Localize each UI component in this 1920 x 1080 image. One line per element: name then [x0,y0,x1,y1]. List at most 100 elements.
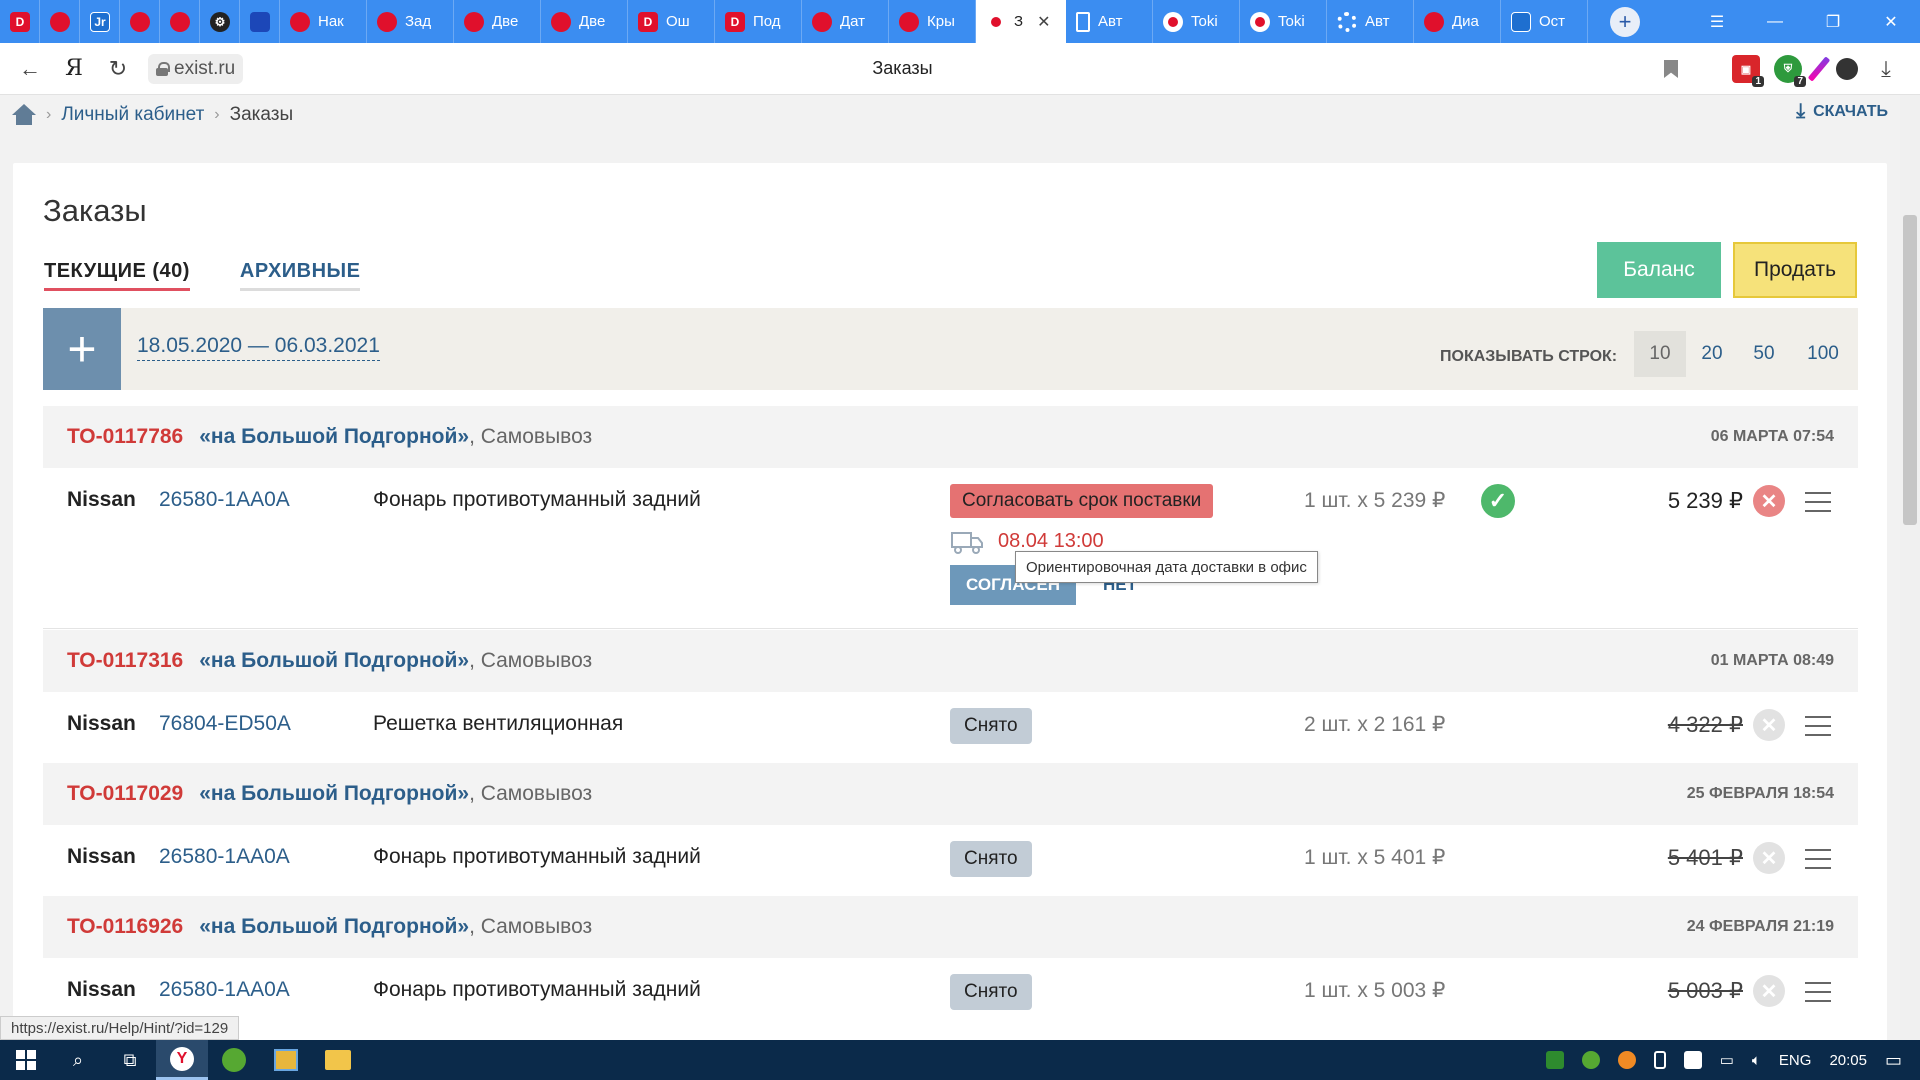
tab[interactable]: Кры [889,0,976,43]
url-field[interactable]: exist.ru [148,53,244,84]
close-tab-icon[interactable]: ✕ [1037,12,1050,32]
order-id-link[interactable]: ТО-0117786 [67,425,183,449]
tab[interactable]: ⚙ [200,0,240,43]
taskbar-torrent[interactable] [208,1040,260,1080]
pen-icon[interactable] [1807,56,1831,82]
tab-favicon-icon [1511,11,1531,32]
tab[interactable]: Toki [1153,0,1240,43]
extension-shield-icon[interactable]: ⛨ 7 [1774,55,1806,87]
update-icon[interactable] [1617,1051,1636,1069]
scrollbar-thumb[interactable] [1903,215,1917,525]
yandex-home-icon[interactable]: Я [52,47,96,91]
rows-option[interactable]: 10 [1634,331,1686,377]
language-indicator[interactable]: ENG [1779,1052,1812,1069]
tab[interactable] [240,0,280,43]
store-link[interactable]: на Большой Подгорной [211,782,457,806]
taskbar-explorer[interactable] [312,1040,364,1080]
tab-label: Две [579,13,606,30]
item-menu-icon[interactable] [1805,982,1831,1002]
taskbar-store[interactable] [260,1040,312,1080]
restore-icon[interactable]: ❐ [1804,0,1862,43]
clock[interactable]: 20:05 [1829,1052,1867,1069]
tab[interactable]: Две [541,0,628,43]
store-link[interactable]: на Большой Подгорной [211,915,457,939]
close-window-icon[interactable]: ✕ [1862,0,1920,43]
extension-owl-icon[interactable] [1836,58,1858,80]
rows-option[interactable]: 50 [1738,331,1790,377]
yandex-browser-icon: Y [170,1046,194,1071]
rows-option[interactable]: 100 [1797,331,1849,377]
tab[interactable]: Диа [1414,0,1501,43]
minimize-icon[interactable]: — [1746,0,1804,43]
status-url-bar: https://exist.ru/Help/Hint/?id=129 [0,1016,240,1040]
order-header: ТО-0117029 «на Большой Подгорной», Самов… [43,763,1858,825]
part-number-link[interactable]: 26580-1AA0A [159,488,290,512]
delivery-date[interactable]: 08.04 13:00 [998,530,1104,553]
quote-close: » [457,915,470,938]
page-scrollbar[interactable] [1900,95,1920,1040]
torrent-icon [222,1048,246,1072]
sell-button[interactable]: Продать [1733,242,1857,298]
task-view-icon[interactable]: ⧉ [104,1040,156,1080]
bookmark-icon[interactable] [1664,60,1678,78]
item-menu-icon[interactable] [1805,849,1831,869]
part-name: Фонарь противотуманный задний [373,488,701,511]
torrent-tray-icon[interactable] [1581,1051,1600,1069]
tab[interactable]: Авт [1066,0,1153,43]
tab[interactable] [120,0,160,43]
search-icon[interactable]: ⌕ [52,1040,104,1080]
tab[interactable]: Toki [1240,0,1327,43]
nvidia-icon[interactable] [1545,1051,1564,1069]
order-id-link[interactable]: ТО-0116926 [67,915,183,939]
back-icon[interactable]: ← [8,47,52,91]
start-button[interactable] [0,1040,52,1080]
reload-icon[interactable]: ↻ [96,47,140,91]
url-text: exist.ru [174,57,236,79]
tab[interactable]: D [0,0,40,43]
notifications-icon[interactable]: ▭ [1885,1050,1902,1071]
volume-icon[interactable]: 🔈︎ [1752,1052,1761,1069]
tab[interactable]: Jr [80,0,120,43]
order-id-link[interactable]: ТО-0117316 [67,649,183,673]
rows-option[interactable]: 20 [1686,331,1738,377]
item-menu-icon[interactable] [1805,492,1831,512]
cancel-order-icon[interactable]: ✕ [1753,485,1785,517]
item-menu-icon[interactable] [1805,716,1831,736]
breadcrumb-account-link[interactable]: Личный кабинет [61,104,204,126]
menu-icon[interactable]: ☰ [1688,0,1746,43]
security-icon[interactable] [1683,1051,1702,1069]
tab[interactable]: Нак [280,0,367,43]
tab-archive[interactable]: АРХИВНЫЕ [239,260,361,291]
order-id-link[interactable]: ТО-0117029 [67,782,183,806]
part-number-link[interactable]: 76804-ED50A [159,712,291,736]
downloads-icon[interactable]: ⤓ [1872,55,1900,83]
tab[interactable]: D Ош [628,0,715,43]
taskbar-yandex-browser[interactable]: Y [156,1040,208,1080]
tab-current[interactable]: ТЕКУЩИЕ (40) [44,260,190,291]
download-button[interactable]: ⤓ СКАЧАТЬ [1796,100,1888,123]
part-number-link[interactable]: 26580-1AA0A [159,978,290,1002]
tab-active[interactable]: З ✕ [976,0,1066,43]
tab[interactable]: Зад [367,0,454,43]
store-link[interactable]: на Большой Подгорной [211,425,457,449]
add-filter-button[interactable]: + [43,308,121,390]
order-date: 24 ФЕВРАЛЯ 21:19 [1686,918,1834,935]
tab[interactable] [160,0,200,43]
home-icon[interactable] [12,104,36,126]
tab[interactable]: D Под [715,0,802,43]
new-tab-button[interactable]: + [1610,6,1640,37]
part-number-link[interactable]: 26580-1AA0A [159,845,290,869]
balance-button[interactable]: Баланс [1597,242,1721,298]
device-icon[interactable] [1653,1051,1666,1069]
tab[interactable]: Дат [802,0,889,43]
tab[interactable]: Авт [1327,0,1414,43]
date-range-picker[interactable]: 18.05.2020 — 06.03.2021 [137,334,380,361]
tab-label: Диа [1452,13,1479,30]
tab[interactable]: Две [454,0,541,43]
tab[interactable] [40,0,80,43]
network-icon[interactable]: ▭ [1720,1051,1734,1069]
store-link[interactable]: на Большой Подгорной [211,649,457,673]
breadcrumb-current: Заказы [229,104,294,125]
tab[interactable]: Ост [1501,0,1588,43]
extension-red-icon[interactable]: ▣ 1 [1732,55,1764,87]
